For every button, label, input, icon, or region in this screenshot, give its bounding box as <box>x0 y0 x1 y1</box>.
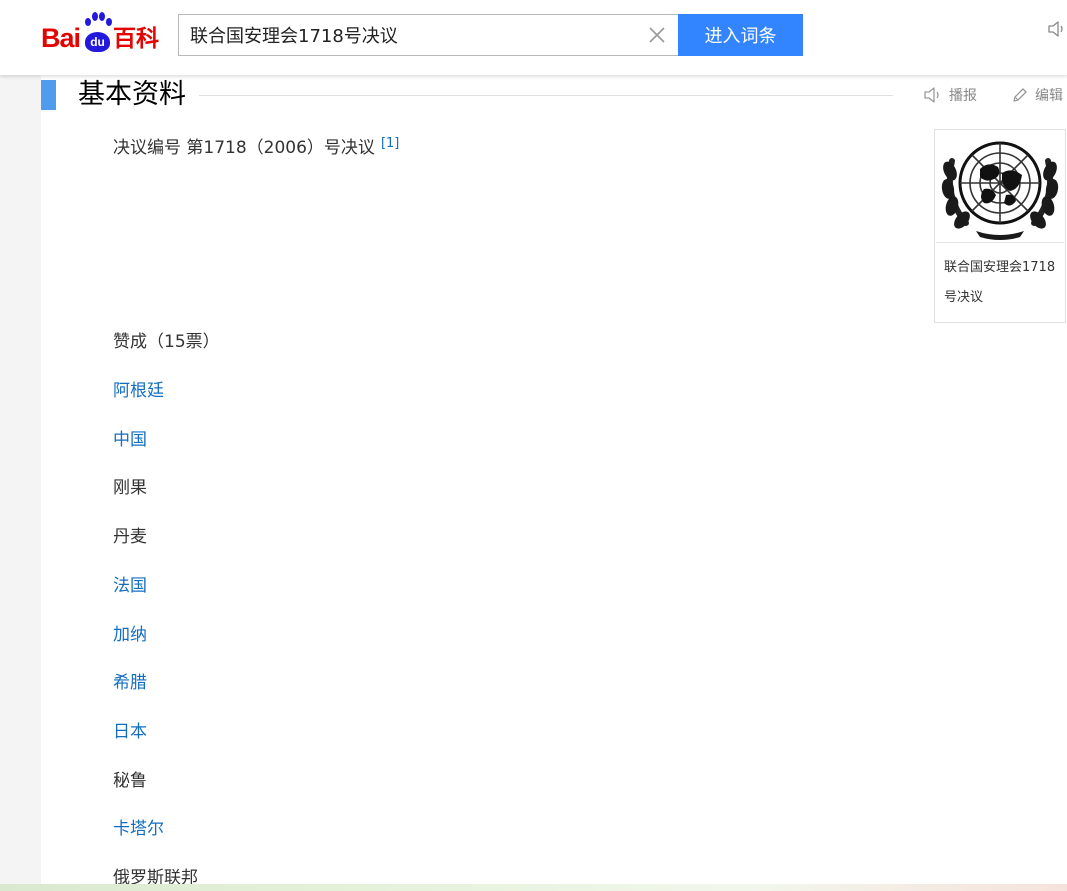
resolution-number-text: 决议编号 第1718（2006）号决议 <box>113 138 375 158</box>
un-emblem-icon <box>936 131 1064 241</box>
country-text: 丹麦 <box>113 527 147 547</box>
resolution-number: 决议编号 第1718（2006）号决议 [1] <box>113 132 399 160</box>
broadcast-label: 播报 <box>949 88 977 104</box>
speaker-icon <box>924 87 939 103</box>
country-link[interactable]: 希腊 <box>113 672 147 694</box>
summary-image-card[interactable]: 联合国安理会1718号决议 <box>934 129 1066 323</box>
enter-entry-button[interactable]: 进入词条 <box>678 14 803 56</box>
country-link[interactable]: 中国 <box>113 429 147 451</box>
country-link[interactable]: 加纳 <box>113 624 147 646</box>
baidu-baike-logo[interactable]: Bai du 百科 <box>41 10 159 52</box>
edit-label: 编辑 <box>1035 88 1063 104</box>
top-header: Bai du 百科 进入词条 <box>0 0 1067 75</box>
country-link[interactable]: 日本 <box>113 721 147 743</box>
country-link[interactable]: 卡塔尔 <box>113 818 164 840</box>
logo-bai-text: Bai <box>41 23 81 53</box>
logo-baike-text: 百科 <box>113 26 160 52</box>
card-divider <box>936 242 1064 243</box>
search-box <box>178 14 678 56</box>
pencil-icon <box>1013 88 1027 102</box>
paw-icon: du <box>82 12 113 52</box>
search-input[interactable] <box>179 15 629 55</box>
edit-button[interactable]: 编辑 <box>1011 85 1063 105</box>
section-divider <box>199 95 893 96</box>
main-content: 基本资料 播报 编辑 决议编号 第1718（2006）号决议 [1] 赞成（15票… <box>41 75 1067 891</box>
section-title: 基本资料 <box>78 79 186 110</box>
country-text: 秘鲁 <box>113 771 147 791</box>
logo-du-text: du <box>85 32 111 52</box>
country-link[interactable]: 法国 <box>113 575 147 597</box>
country-text: 刚果 <box>113 478 147 498</box>
broadcast-button[interactable]: 播报 <box>923 85 977 105</box>
close-icon[interactable] <box>648 26 666 44</box>
footnote-link[interactable]: [1] <box>381 136 399 151</box>
bottom-bar <box>0 884 1067 891</box>
speaker-icon[interactable] <box>1046 19 1066 39</box>
section-accent-bar <box>41 80 56 110</box>
country-link[interactable]: 阿根廷 <box>113 380 164 402</box>
votes-in-favor-heading: 赞成（15票） <box>113 332 220 352</box>
image-caption: 联合国安理会1718号决议 <box>944 260 1056 305</box>
